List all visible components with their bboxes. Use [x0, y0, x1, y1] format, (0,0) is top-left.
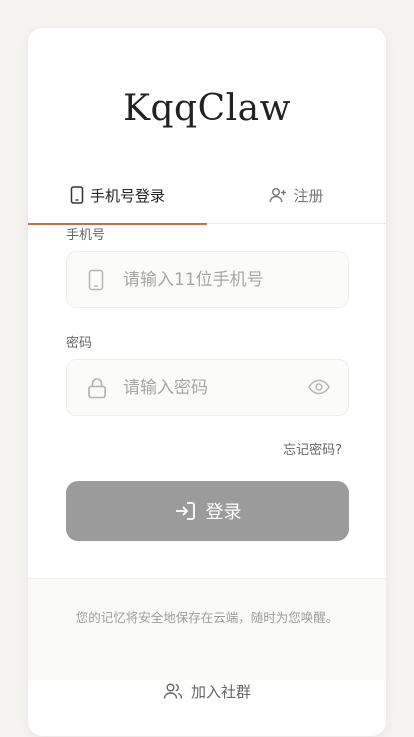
forgot-password-link[interactable]: 忘记密码?	[283, 439, 342, 458]
footer-tagline: 您的记忆将安全地保存在云端，随时为您唤醒。	[75, 610, 339, 625]
phone-input[interactable]	[123, 252, 323, 307]
auth-tabs: 手机号登录 注册	[28, 166, 386, 225]
tab-register-label: 注册	[293, 186, 324, 205]
phone-icon	[70, 186, 84, 204]
join-community-label: 加入社群	[190, 682, 251, 701]
tab-phone-login-label: 手机号登录	[89, 186, 165, 205]
user-plus-icon	[269, 187, 287, 203]
join-community-link[interactable]: 加入社群	[28, 678, 386, 704]
login-button-label: 登录	[205, 502, 242, 523]
login-button[interactable]: 登录	[66, 481, 349, 541]
phone-label: 手机号	[66, 228, 106, 243]
active-tab-indicator	[28, 223, 207, 225]
footer-panel: 您的记忆将安全地保存在云端，随时为您唤醒。	[28, 578, 386, 680]
phone-icon	[87, 269, 105, 291]
login-card: KqqClaw 手机号登录 注册 手机号 密码 忘记	[28, 28, 386, 736]
tab-register[interactable]: 注册	[207, 166, 386, 224]
password-label: 密码	[66, 336, 93, 351]
users-icon	[163, 682, 183, 700]
password-field[interactable]	[66, 359, 349, 416]
login-arrow-icon	[174, 501, 196, 521]
tab-phone-login[interactable]: 手机号登录	[28, 166, 207, 225]
password-input[interactable]	[123, 360, 323, 415]
eye-icon[interactable]	[308, 378, 330, 396]
phone-field[interactable]	[66, 251, 349, 308]
app-title: KqqClaw	[123, 88, 291, 129]
lock-icon	[87, 377, 107, 399]
